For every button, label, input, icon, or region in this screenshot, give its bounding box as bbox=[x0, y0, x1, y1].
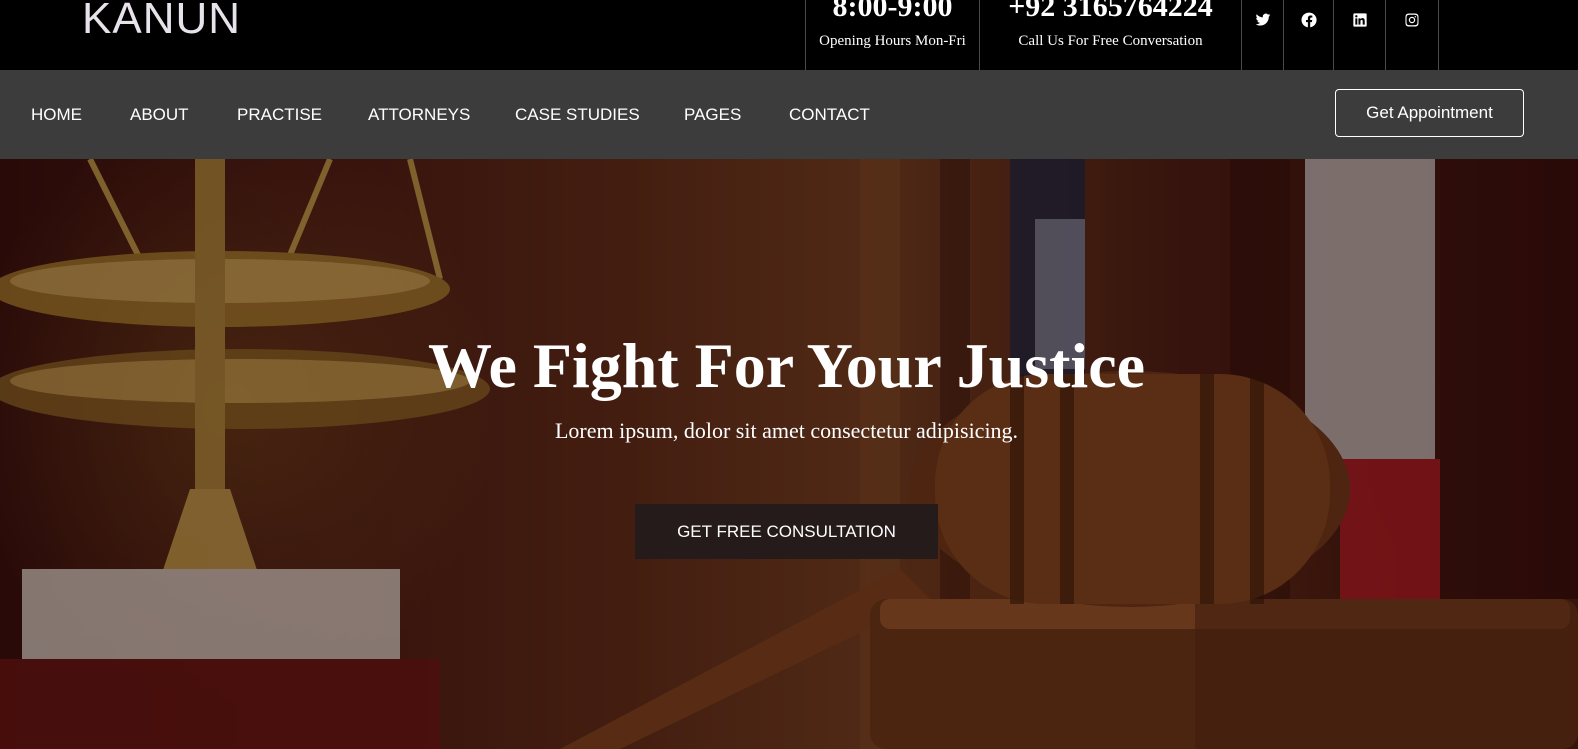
opening-hours-block: 8:00-9:00 Opening Hours Mon-Fri bbox=[805, 0, 979, 70]
linkedin-icon bbox=[1352, 13, 1367, 27]
get-free-consultation-button[interactable]: GET FREE CONSULTATION bbox=[635, 504, 938, 559]
nav-item-practise[interactable]: PRACTISE bbox=[237, 105, 322, 125]
nav-item-about[interactable]: ABOUT bbox=[130, 105, 189, 125]
nav-item-home[interactable]: HOME bbox=[31, 105, 82, 125]
phone-label: Call Us For Free Conversation bbox=[1018, 33, 1203, 49]
phone-block: +92 3165764224 Call Us For Free Conversa… bbox=[979, 0, 1242, 70]
nav-item-contact[interactable]: CONTACT bbox=[789, 105, 870, 125]
main-navigation: HOME ABOUT PRACTISE ATTORNEYS CASE STUDI… bbox=[0, 70, 1578, 159]
opening-hours-value: 8:00-9:00 bbox=[832, 0, 953, 23]
opening-hours-label: Opening Hours Mon-Fri bbox=[819, 33, 966, 49]
linkedin-link[interactable] bbox=[1334, 0, 1386, 70]
twitter-link[interactable] bbox=[1242, 0, 1284, 70]
hero-section: We Fight For Your Justice Lorem ipsum, d… bbox=[0, 159, 1578, 749]
nav-item-attorneys[interactable]: ATTORNEYS bbox=[368, 105, 470, 125]
hero-subtitle: Lorem ipsum, dolor sit amet consectetur … bbox=[554, 418, 1019, 443]
facebook-link[interactable] bbox=[1284, 0, 1334, 70]
phone-number[interactable]: +92 3165764224 bbox=[980, 0, 1241, 22]
site-logo[interactable]: KANUN bbox=[82, 0, 241, 44]
nav-item-pages[interactable]: PAGES bbox=[684, 105, 741, 125]
instagram-link[interactable] bbox=[1386, 0, 1439, 70]
get-appointment-button[interactable]: Get Appointment bbox=[1335, 89, 1524, 137]
facebook-icon bbox=[1301, 12, 1317, 28]
nav-item-case-studies[interactable]: CASE STUDIES bbox=[515, 105, 640, 125]
top-bar: KANUN 8:00-9:00 Opening Hours Mon-Fri +9… bbox=[0, 0, 1578, 70]
instagram-icon bbox=[1405, 13, 1419, 27]
hero-overlay bbox=[0, 159, 1578, 749]
hero-title: We Fight For Your Justice bbox=[428, 330, 1145, 401]
twitter-icon bbox=[1255, 13, 1270, 26]
